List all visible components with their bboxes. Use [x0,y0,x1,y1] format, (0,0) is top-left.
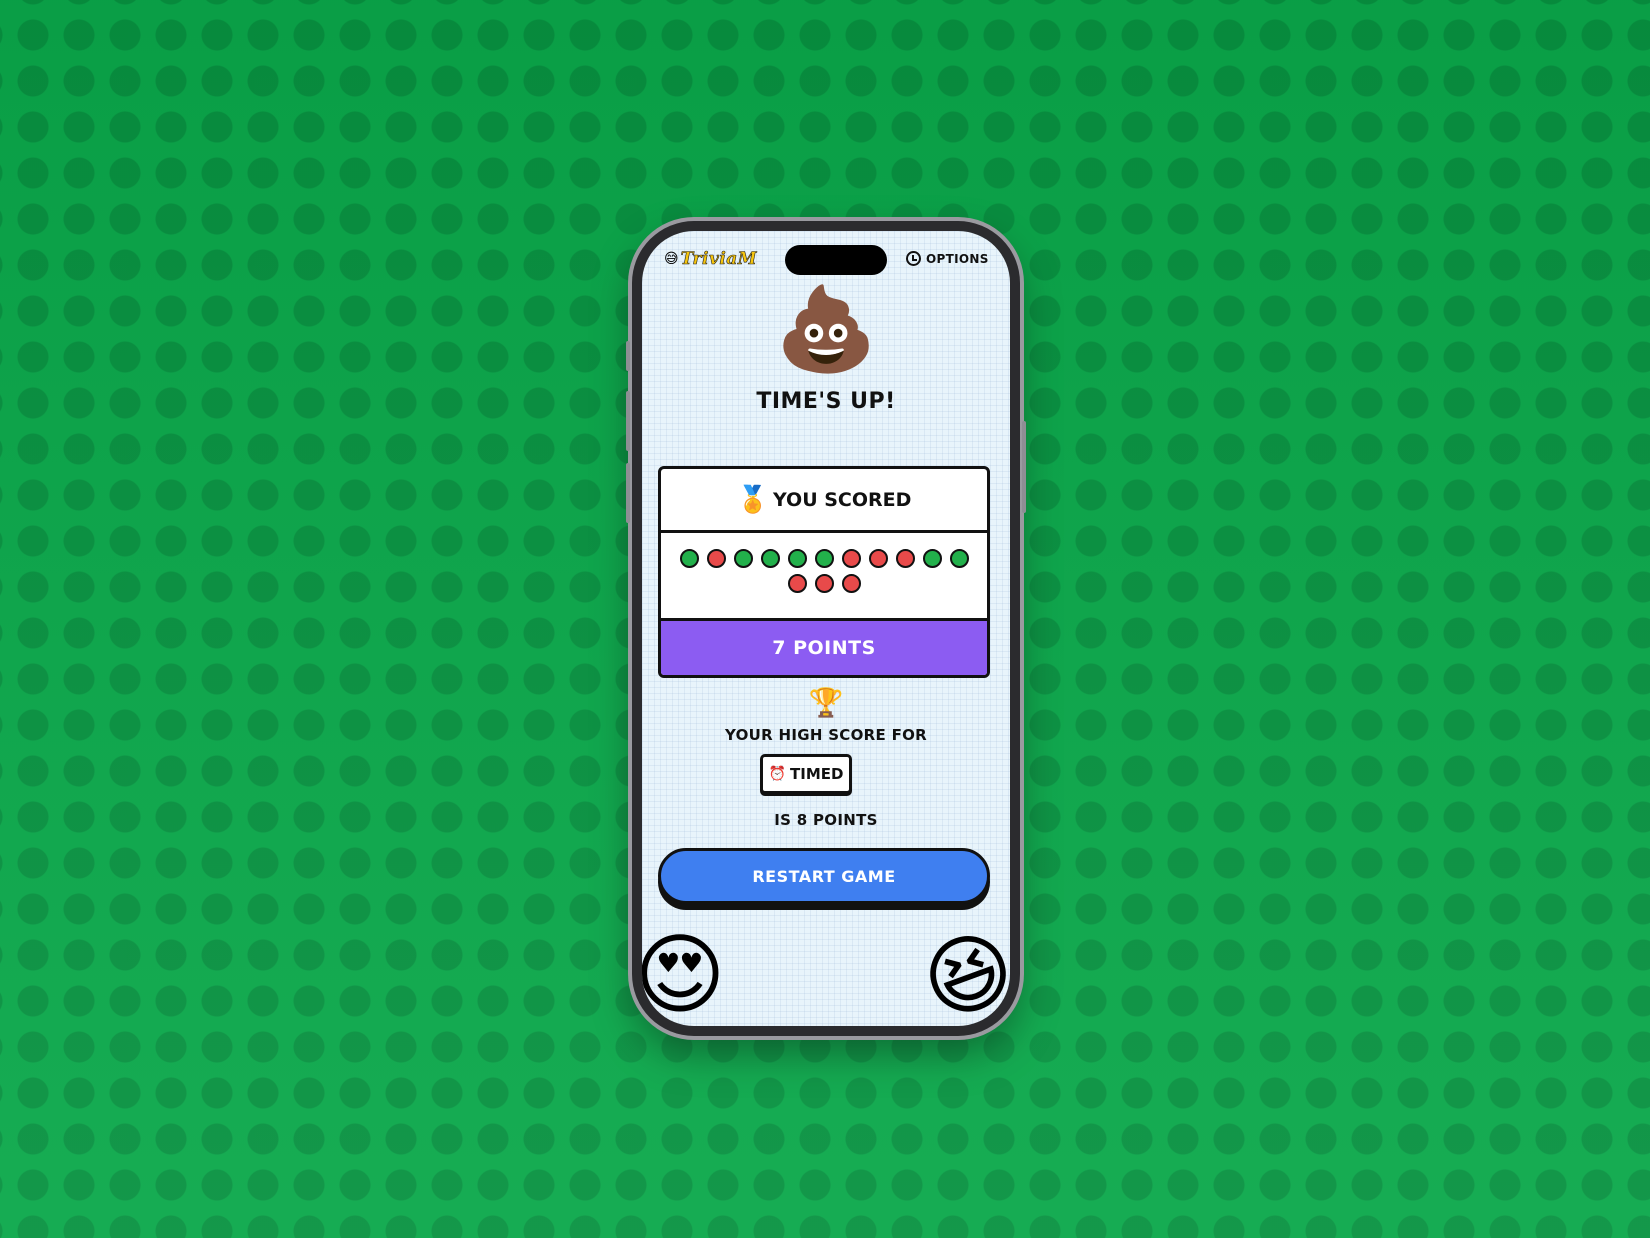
mode-badge: ⏰ TIMED [760,754,852,794]
trophy-icon: 🏆 [808,686,844,719]
points-bar: 7 POINTS [661,621,987,675]
phone-frame: 😅 TriviaM OPTIONS 💩 TIME'S UP! 🏅 YOU SCO… [626,221,1026,1036]
you-scored-label: YOU SCORED [772,488,912,511]
answer-dot-wrong [895,549,915,568]
restart-label: RESTART GAME [752,866,896,886]
options-label: OPTIONS [926,251,989,266]
result-emoji-icon: 💩 [774,282,878,377]
points-label: 7 POINTS [772,637,876,659]
heart-eyes-emoji-icon: 😍 [642,923,726,1026]
answer-dot-correct [760,549,780,568]
answer-dot-correct [814,549,834,568]
answer-dots [661,533,987,621]
score-card-header: 🏅 YOU SCORED [661,469,987,533]
answer-dot-wrong [787,574,807,593]
answer-dot-wrong [841,549,861,568]
score-card: 🏅 YOU SCORED 7 POINTS [658,466,990,678]
medal-icon: 🏅 [736,484,769,515]
options-button[interactable]: OPTIONS [906,251,989,266]
logo-emoji-icon: 😅 [664,251,679,267]
answer-dot-correct [949,549,969,568]
app-logo[interactable]: 😅 TriviaM [664,249,758,270]
laughing-emoji-icon: 😆 [909,913,1010,1026]
dynamic-island [785,245,887,275]
phone-power-button [1022,421,1026,513]
answer-dot-wrong [841,574,861,593]
restart-game-button[interactable]: RESTART GAME [658,848,990,904]
phone-volume-down [626,463,630,523]
answer-dot-correct [733,549,753,568]
phone-mute-switch [626,341,630,371]
answer-dot-wrong [814,574,834,593]
answer-dot-wrong [868,549,888,568]
page-title: TIME'S UP! [756,389,896,414]
high-score-value: IS 8 POINTS [774,811,878,829]
phone-screen: 😅 TriviaM OPTIONS 💩 TIME'S UP! 🏅 YOU SCO… [642,231,1010,1026]
answer-dot-correct [922,549,942,568]
mode-label: TIMED [790,765,844,783]
alarm-clock-icon: ⏰ [768,766,786,782]
answer-dot-wrong [706,549,726,568]
answer-dot-correct [679,549,699,568]
logo-text: TriviaM [680,249,758,270]
answer-dot-correct [787,549,807,568]
high-score-label: YOUR HIGH SCORE FOR [724,726,928,744]
clock-icon [906,251,921,266]
phone-volume-up [626,391,630,451]
